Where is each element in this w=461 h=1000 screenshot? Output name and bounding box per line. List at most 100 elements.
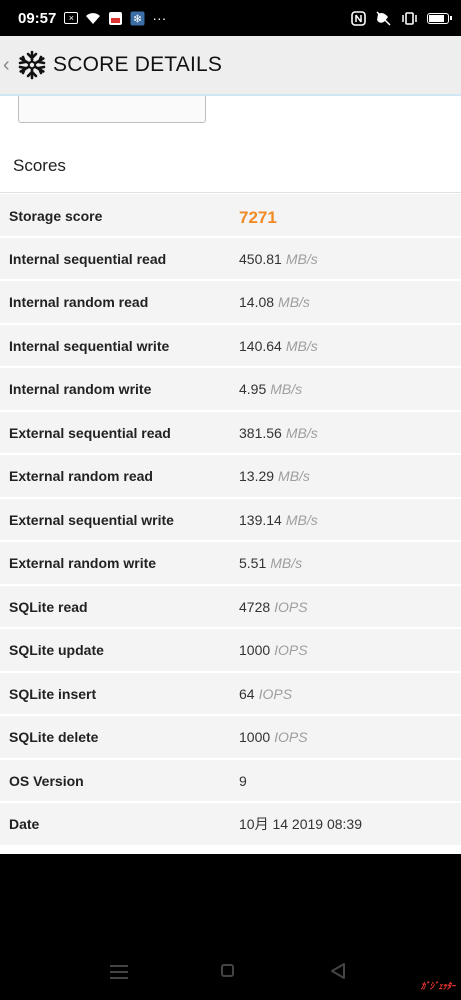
- value-number: 4728: [239, 598, 271, 615]
- value-unit: MB/s: [285, 337, 318, 354]
- value-number: 1000: [239, 642, 271, 658]
- page-title: SCORE DETAILS: [53, 53, 223, 76]
- value-number: 450.81: [239, 250, 282, 267]
- row-value: 1000 IOPS: [239, 629, 308, 672]
- value-number: 10月 14 2019 08:39: [239, 816, 362, 832]
- value-unit: MB/s: [285, 424, 318, 441]
- storage-score-value: 7271: [239, 194, 277, 242]
- row-value: 14.08 MB/s: [239, 281, 310, 324]
- value-unit: IOPS: [274, 642, 308, 658]
- value-unit: MB/s: [278, 294, 310, 310]
- table-row: Internal sequential write 140.64 MB/s: [0, 324, 461, 368]
- row-label: Date: [9, 816, 40, 832]
- section-divider: [0, 192, 461, 193]
- status-right-icons: [351, 10, 452, 26]
- table-row: SQLite update 1000 IOPS: [0, 629, 461, 673]
- table-row: Internal sequential read 450.81 MB/s: [0, 237, 461, 281]
- value-number: 1000: [239, 729, 271, 745]
- table-row: External random write 5.51 MB/s: [0, 542, 461, 586]
- battery-fill: [429, 14, 445, 22]
- row-value: 1000 IOPS: [239, 716, 308, 759]
- back-triangle-icon[interactable]: [330, 962, 346, 985]
- value-unit: IOPS: [274, 598, 308, 615]
- watermark-logo: ｶﾞｼﾞｪｯﾀｰ: [420, 981, 456, 991]
- table-row: OS Version 9: [0, 759, 461, 803]
- row-label: SQLite delete: [9, 729, 99, 745]
- row-label: SQLite update: [9, 642, 104, 658]
- value-unit: MB/s: [278, 468, 310, 484]
- value-number: 13.29: [239, 468, 275, 484]
- status-time: 09:57: [18, 9, 57, 27]
- table-row: Date 10月 14 2019 08:39: [0, 803, 461, 847]
- snowflake-logo-icon[interactable]: [17, 50, 47, 80]
- row-value: 13.29 MB/s: [239, 455, 310, 498]
- status-bar: 09:57 × ❄ ···: [0, 0, 461, 36]
- row-label: External random read: [9, 468, 153, 484]
- status-left-icons: × ❄ ···: [64, 11, 166, 26]
- row-value: 64 IOPS: [239, 673, 292, 716]
- row-value: 9: [239, 760, 247, 803]
- table-row: SQLite delete 1000 IOPS: [0, 716, 461, 760]
- value-unit: MB/s: [285, 250, 318, 267]
- value-number: 64: [239, 685, 255, 702]
- wifi-icon: [85, 12, 101, 25]
- scores-section-title: Scores: [13, 156, 66, 175]
- row-value: 140.64 MB/s: [239, 325, 318, 368]
- navigation-bar: ｶﾞｼﾞｪｯﾀｰ: [0, 854, 461, 1000]
- table-row: SQLite insert 64 IOPS: [0, 672, 461, 716]
- value-unit: MB/s: [285, 511, 318, 528]
- value-number: 4.95: [239, 381, 267, 397]
- table-row: External sequential read 381.56 MB/s: [0, 411, 461, 455]
- row-value: 139.14 MB/s: [239, 499, 318, 542]
- sdcard-app-icon: [108, 11, 123, 26]
- row-label: External sequential read: [9, 424, 171, 441]
- storage-score-row: Storage score 7271: [0, 194, 461, 238]
- scores-table: Storage score 7271 Internal sequential rea…: [0, 194, 461, 847]
- value-unit: MB/s: [270, 381, 303, 397]
- value-number: 14.08: [239, 294, 275, 310]
- nfc-icon: [351, 10, 366, 26]
- back-chevron-icon[interactable]: ‹: [3, 54, 15, 77]
- value-number: 9: [239, 772, 247, 789]
- recent-apps-icon[interactable]: [110, 965, 128, 983]
- row-label: External random write: [9, 555, 157, 571]
- table-row: External random read 13.29 MB/s: [0, 455, 461, 499]
- battery-icon: [427, 12, 452, 24]
- row-label: Internal sequential write: [9, 337, 170, 354]
- value-unit: IOPS: [258, 685, 293, 702]
- row-value: 4.95 MB/s: [239, 368, 302, 411]
- row-label: External sequential write: [9, 511, 174, 528]
- row-value: 5.51 MB/s: [239, 542, 302, 585]
- row-label: SQLite insert: [9, 685, 97, 702]
- detailed-graph-button[interactable]: DETAILED GRAPH: [18, 96, 206, 123]
- snowflake-app-icon: ❄: [130, 11, 145, 26]
- score-details-content[interactable]: DETAILED GRAPH Scores Storage score 7271 I…: [0, 96, 461, 854]
- value-unit: MB/s: [270, 555, 303, 571]
- row-value: 10月 14 2019 08:39: [239, 803, 362, 846]
- value-number: 5.51: [239, 555, 267, 571]
- row-label: Internal sequential read: [9, 250, 167, 267]
- table-row: External sequential write 139.14 MB/s: [0, 498, 461, 542]
- vibrate-mode-icon: [401, 11, 418, 26]
- value-number: 381.56: [239, 424, 282, 441]
- value-number: 139.14: [239, 511, 282, 528]
- row-value: 381.56 MB/s: [239, 412, 318, 455]
- value-number: 7271: [239, 208, 277, 227]
- table-row: Internal random write 4.95 MB/s: [0, 368, 461, 412]
- row-value: 450.81 MB/s: [239, 238, 318, 281]
- table-row: SQLite read 4728 IOPS: [0, 585, 461, 629]
- row-label: Internal random read: [9, 294, 149, 310]
- table-row: Internal random read 14.08 MB/s: [0, 281, 461, 325]
- notification-box-icon: ×: [64, 12, 79, 24]
- app-bar: ‹ SCORE DETAILS: [0, 36, 461, 96]
- value-number: 140.64: [239, 337, 282, 354]
- row-label: Internal random write: [9, 381, 152, 397]
- more-dots-icon: ···: [152, 10, 167, 26]
- row-label: SQLite read: [9, 598, 88, 615]
- row-label: OS Version: [9, 772, 84, 789]
- value-unit: IOPS: [274, 729, 308, 745]
- row-value: 4728 IOPS: [239, 586, 308, 629]
- home-icon[interactable]: [221, 964, 234, 977]
- vibrate-icon: [375, 10, 392, 26]
- row-label: Storage score: [9, 208, 103, 224]
